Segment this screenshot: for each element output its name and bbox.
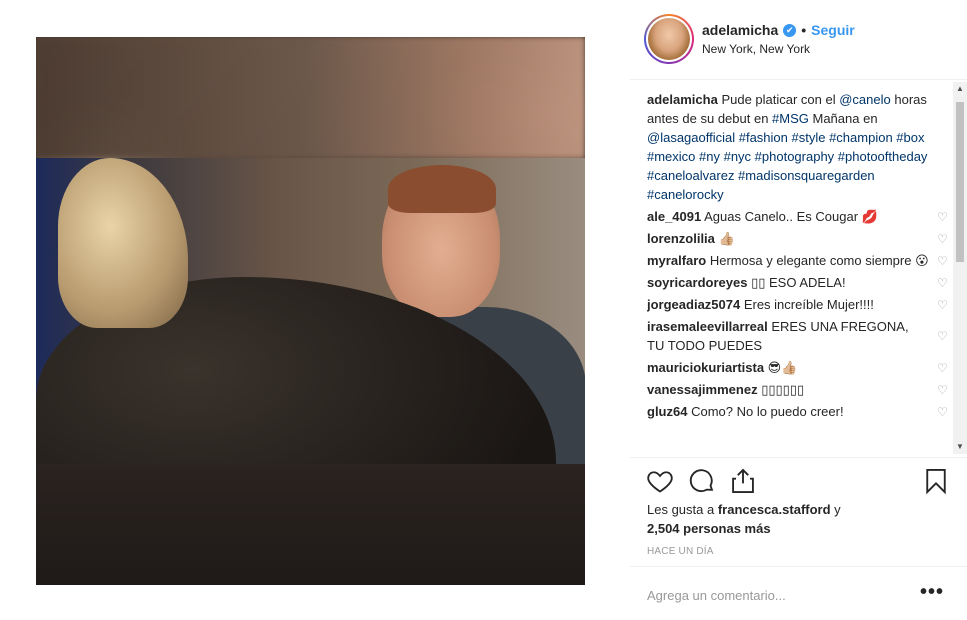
photo-bottom-blur <box>36 464 585 585</box>
comment-item: lorenzolilia 👍🏼 ♡ <box>647 229 957 248</box>
comment-item: mauriciokuriartista 😎👍🏼 ♡ <box>647 358 957 377</box>
verified-icon: ✔ <box>783 23 797 37</box>
photo-man-hair <box>388 165 496 213</box>
comment-username[interactable]: myralfaro <box>647 253 706 268</box>
comment-username[interactable]: jorgeadiaz5074 <box>647 297 740 312</box>
comment-like-icon[interactable]: ♡ <box>937 384 949 396</box>
likes-prefix: Les gusta a <box>647 502 718 517</box>
header-username[interactable]: adelamicha <box>702 22 778 38</box>
comment-text: Aguas Canelo.. Es Cougar 💋 <box>701 209 878 224</box>
add-comment-input[interactable]: Agrega un comentario... <box>647 588 786 603</box>
comment-item: soyricardoreyes ▯▯ ESO ADELA! ♡ <box>647 273 957 292</box>
separator-dot: • <box>801 22 807 38</box>
comment-item: ale_4091 Aguas Canelo.. Es Cougar 💋 ♡ <box>647 207 957 226</box>
add-comment-bar: Agrega un comentario... ••• <box>630 566 967 620</box>
likes-user-link[interactable]: francesca.stafford <box>718 502 831 517</box>
comment-item: vanessajimmenez ▯▯▯▯▯▯ ♡ <box>647 380 957 399</box>
post-photo[interactable] <box>36 37 585 585</box>
comment-like-icon[interactable]: ♡ <box>937 255 949 267</box>
avatar[interactable] <box>644 14 694 64</box>
comment-username[interactable]: lorenzolilia <box>647 231 715 246</box>
bookmark-icon[interactable] <box>922 467 950 495</box>
scroll-down-arrow-icon[interactable]: ▼ <box>953 440 967 454</box>
comment-username[interactable]: mauriciokuriartista <box>647 360 764 375</box>
comment-like-icon[interactable]: ♡ <box>937 299 949 311</box>
post-caption: adelamicha Pude platicar con el @canelo … <box>647 80 957 204</box>
comment-username[interactable]: irasemaleevillarreal <box>647 319 768 334</box>
comment-username[interactable]: vanessajimmenez <box>647 382 758 397</box>
comment-text: Eres increíble Mujer!!!! <box>740 297 874 312</box>
avatar-image <box>648 18 690 60</box>
post-side-panel: adelamicha ✔ • Seguir New York, New York… <box>630 0 967 620</box>
photo-top-blur <box>36 37 585 158</box>
comment-text: Como? No lo puedo creer! <box>687 404 844 419</box>
post-timestamp[interactable]: HACE UN DÍA <box>647 546 714 557</box>
comment-like-icon[interactable]: ♡ <box>937 233 949 245</box>
comment-item: jorgeadiaz5074 Eres increíble Mujer!!!! … <box>647 295 957 314</box>
comment-like-icon[interactable]: ♡ <box>937 362 949 374</box>
comment-icon[interactable] <box>688 467 716 495</box>
comments-list[interactable]: adelamicha Pude platicar con el @canelo … <box>647 80 957 455</box>
post-header: adelamicha ✔ • Seguir New York, New York <box>630 0 967 80</box>
post-actions-bar <box>630 457 967 503</box>
comment-item: irasemaleevillarreal ERES UNA FREGONA, T… <box>647 317 957 355</box>
comment-text: 😎👍🏼 <box>764 360 798 375</box>
caption-text: Mañana en <box>808 111 878 126</box>
comment-username[interactable]: gluz64 <box>647 404 687 419</box>
likes-connector: y <box>830 502 841 517</box>
comment-text: 👍🏼 <box>714 231 735 246</box>
mention-link[interactable]: @canelo <box>839 92 891 107</box>
caption-text: Pude platicar con el <box>717 92 840 107</box>
mention-link[interactable]: @lasagaofficial <box>647 130 735 145</box>
scrollbar-thumb[interactable] <box>956 102 964 262</box>
scroll-up-arrow-icon[interactable]: ▲ <box>953 82 967 96</box>
comment-like-icon[interactable]: ♡ <box>937 277 949 289</box>
comment-text: ▯▯ ESO ADELA! <box>747 275 846 290</box>
location-link[interactable]: New York, New York <box>702 42 810 56</box>
comment-text: ▯▯▯▯▯▯ <box>757 382 805 397</box>
hashtag-link[interactable]: #MSG <box>772 111 809 126</box>
likes-summary: Les gusta a francesca.stafford y 2,504 p… <box>647 500 841 538</box>
comment-like-icon[interactable]: ♡ <box>937 211 949 223</box>
comment-like-icon[interactable]: ♡ <box>937 330 949 342</box>
caption-username[interactable]: adelamicha <box>647 92 718 107</box>
share-icon[interactable] <box>729 467 757 495</box>
comments-scrollbar[interactable]: ▲ ▼ <box>953 82 967 454</box>
comment-item: gluz64 Como? No lo puedo creer! ♡ <box>647 402 957 421</box>
comment-text: Hermosa y elegante como siempre 😮 <box>706 253 929 268</box>
more-options-icon[interactable]: ••• <box>920 581 944 604</box>
comment-item: myralfaro Hermosa y elegante como siempr… <box>647 251 957 270</box>
comment-username[interactable]: ale_4091 <box>647 209 701 224</box>
likes-count-link[interactable]: 2,504 personas más <box>647 521 771 536</box>
comment-username[interactable]: soyricardoreyes <box>647 275 747 290</box>
header-user-line: adelamicha ✔ • Seguir <box>702 22 855 38</box>
follow-button[interactable]: Seguir <box>811 22 855 38</box>
comment-like-icon[interactable]: ♡ <box>937 406 949 418</box>
heart-icon[interactable] <box>646 467 674 495</box>
